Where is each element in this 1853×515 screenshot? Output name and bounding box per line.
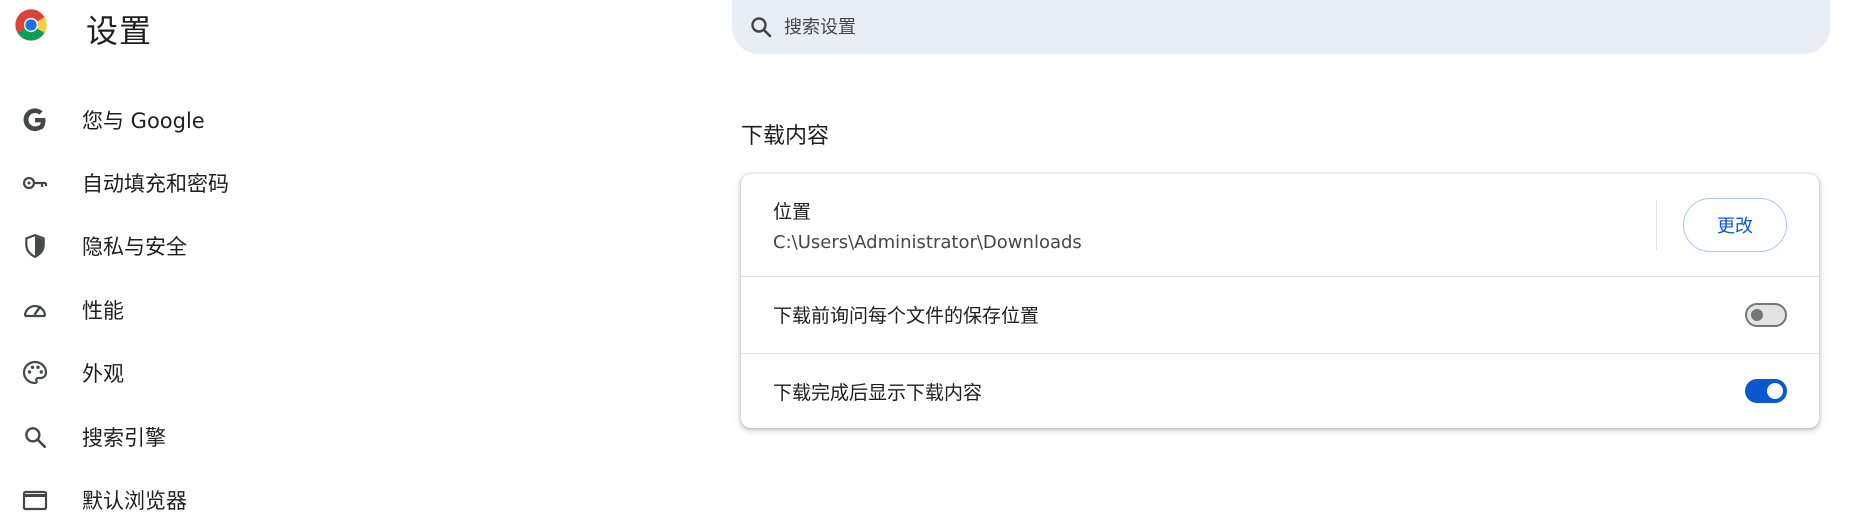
toggle-knob	[1751, 308, 1763, 321]
download-location-text: 位置 C:\Users\Administrator\Downloads	[773, 197, 1656, 253]
ask-where-to-save-row[interactable]: 下载前询问每个文件的保存位置	[741, 276, 1819, 352]
location-path: C:\Users\Administrator\Downloads	[773, 231, 1082, 253]
search-icon	[748, 14, 774, 40]
change-location-button[interactable]: 更改	[1683, 197, 1787, 252]
section-title: 下载内容	[741, 124, 830, 149]
settings-page: 设置 您与 Google	[0, 0, 1853, 515]
search-icon	[20, 422, 50, 452]
ask-where-to-save-label: 下载前询问每个文件的保存位置	[773, 305, 1040, 327]
search-input[interactable]	[782, 15, 1786, 39]
page-title: 设置	[86, 12, 153, 50]
show-downloads-when-done-row[interactable]: 下载完成后显示下载内容	[741, 353, 1819, 428]
toggle-knob	[1767, 383, 1783, 399]
sidebar-item-label: 您与 Google	[82, 108, 205, 133]
download-location-row: 位置 C:\Users\Administrator\Downloads 更改	[741, 174, 1819, 275]
sidebar-item-search-engine[interactable]: 搜索引擎	[0, 405, 320, 468]
speedometer-icon	[20, 295, 50, 325]
sidebar-item-label: 默认浏览器	[82, 489, 187, 514]
sidebar-item-you-and-google[interactable]: 您与 Google	[0, 88, 320, 151]
sidebar-item-privacy[interactable]: 隐私与安全	[0, 215, 320, 278]
google-g-icon	[20, 105, 50, 135]
sidebar: 您与 Google 自动填充和密码 隐私与安全 性能 外观 搜索引擎 默认浏览器	[0, 88, 320, 515]
palette-icon	[20, 358, 50, 388]
sidebar-item-appearance[interactable]: 外观	[0, 342, 320, 405]
search-bar[interactable]	[732, 0, 1830, 54]
shield-icon	[20, 231, 50, 261]
sidebar-item-label: 性能	[82, 298, 124, 323]
chrome-logo-icon	[14, 8, 48, 42]
ask-where-to-save-toggle[interactable]	[1745, 302, 1787, 327]
location-label: 位置	[773, 200, 812, 223]
browser-window-icon	[20, 485, 50, 515]
show-downloads-when-done-toggle[interactable]	[1745, 379, 1787, 403]
sidebar-item-label: 搜索引擎	[82, 425, 166, 450]
downloads-card: 位置 C:\Users\Administrator\Downloads 更改 下…	[741, 174, 1819, 428]
sidebar-item-default-browser[interactable]: 默认浏览器	[0, 468, 320, 515]
sidebar-item-autofill[interactable]: 自动填充和密码	[0, 151, 320, 214]
sidebar-item-label: 外观	[82, 362, 124, 387]
sidebar-item-label: 隐私与安全	[82, 235, 187, 260]
show-downloads-when-done-label: 下载完成后显示下载内容	[773, 381, 983, 404]
divider	[1656, 199, 1657, 250]
key-icon	[20, 168, 50, 198]
sidebar-item-label: 自动填充和密码	[82, 172, 229, 197]
sidebar-item-performance[interactable]: 性能	[0, 278, 320, 341]
